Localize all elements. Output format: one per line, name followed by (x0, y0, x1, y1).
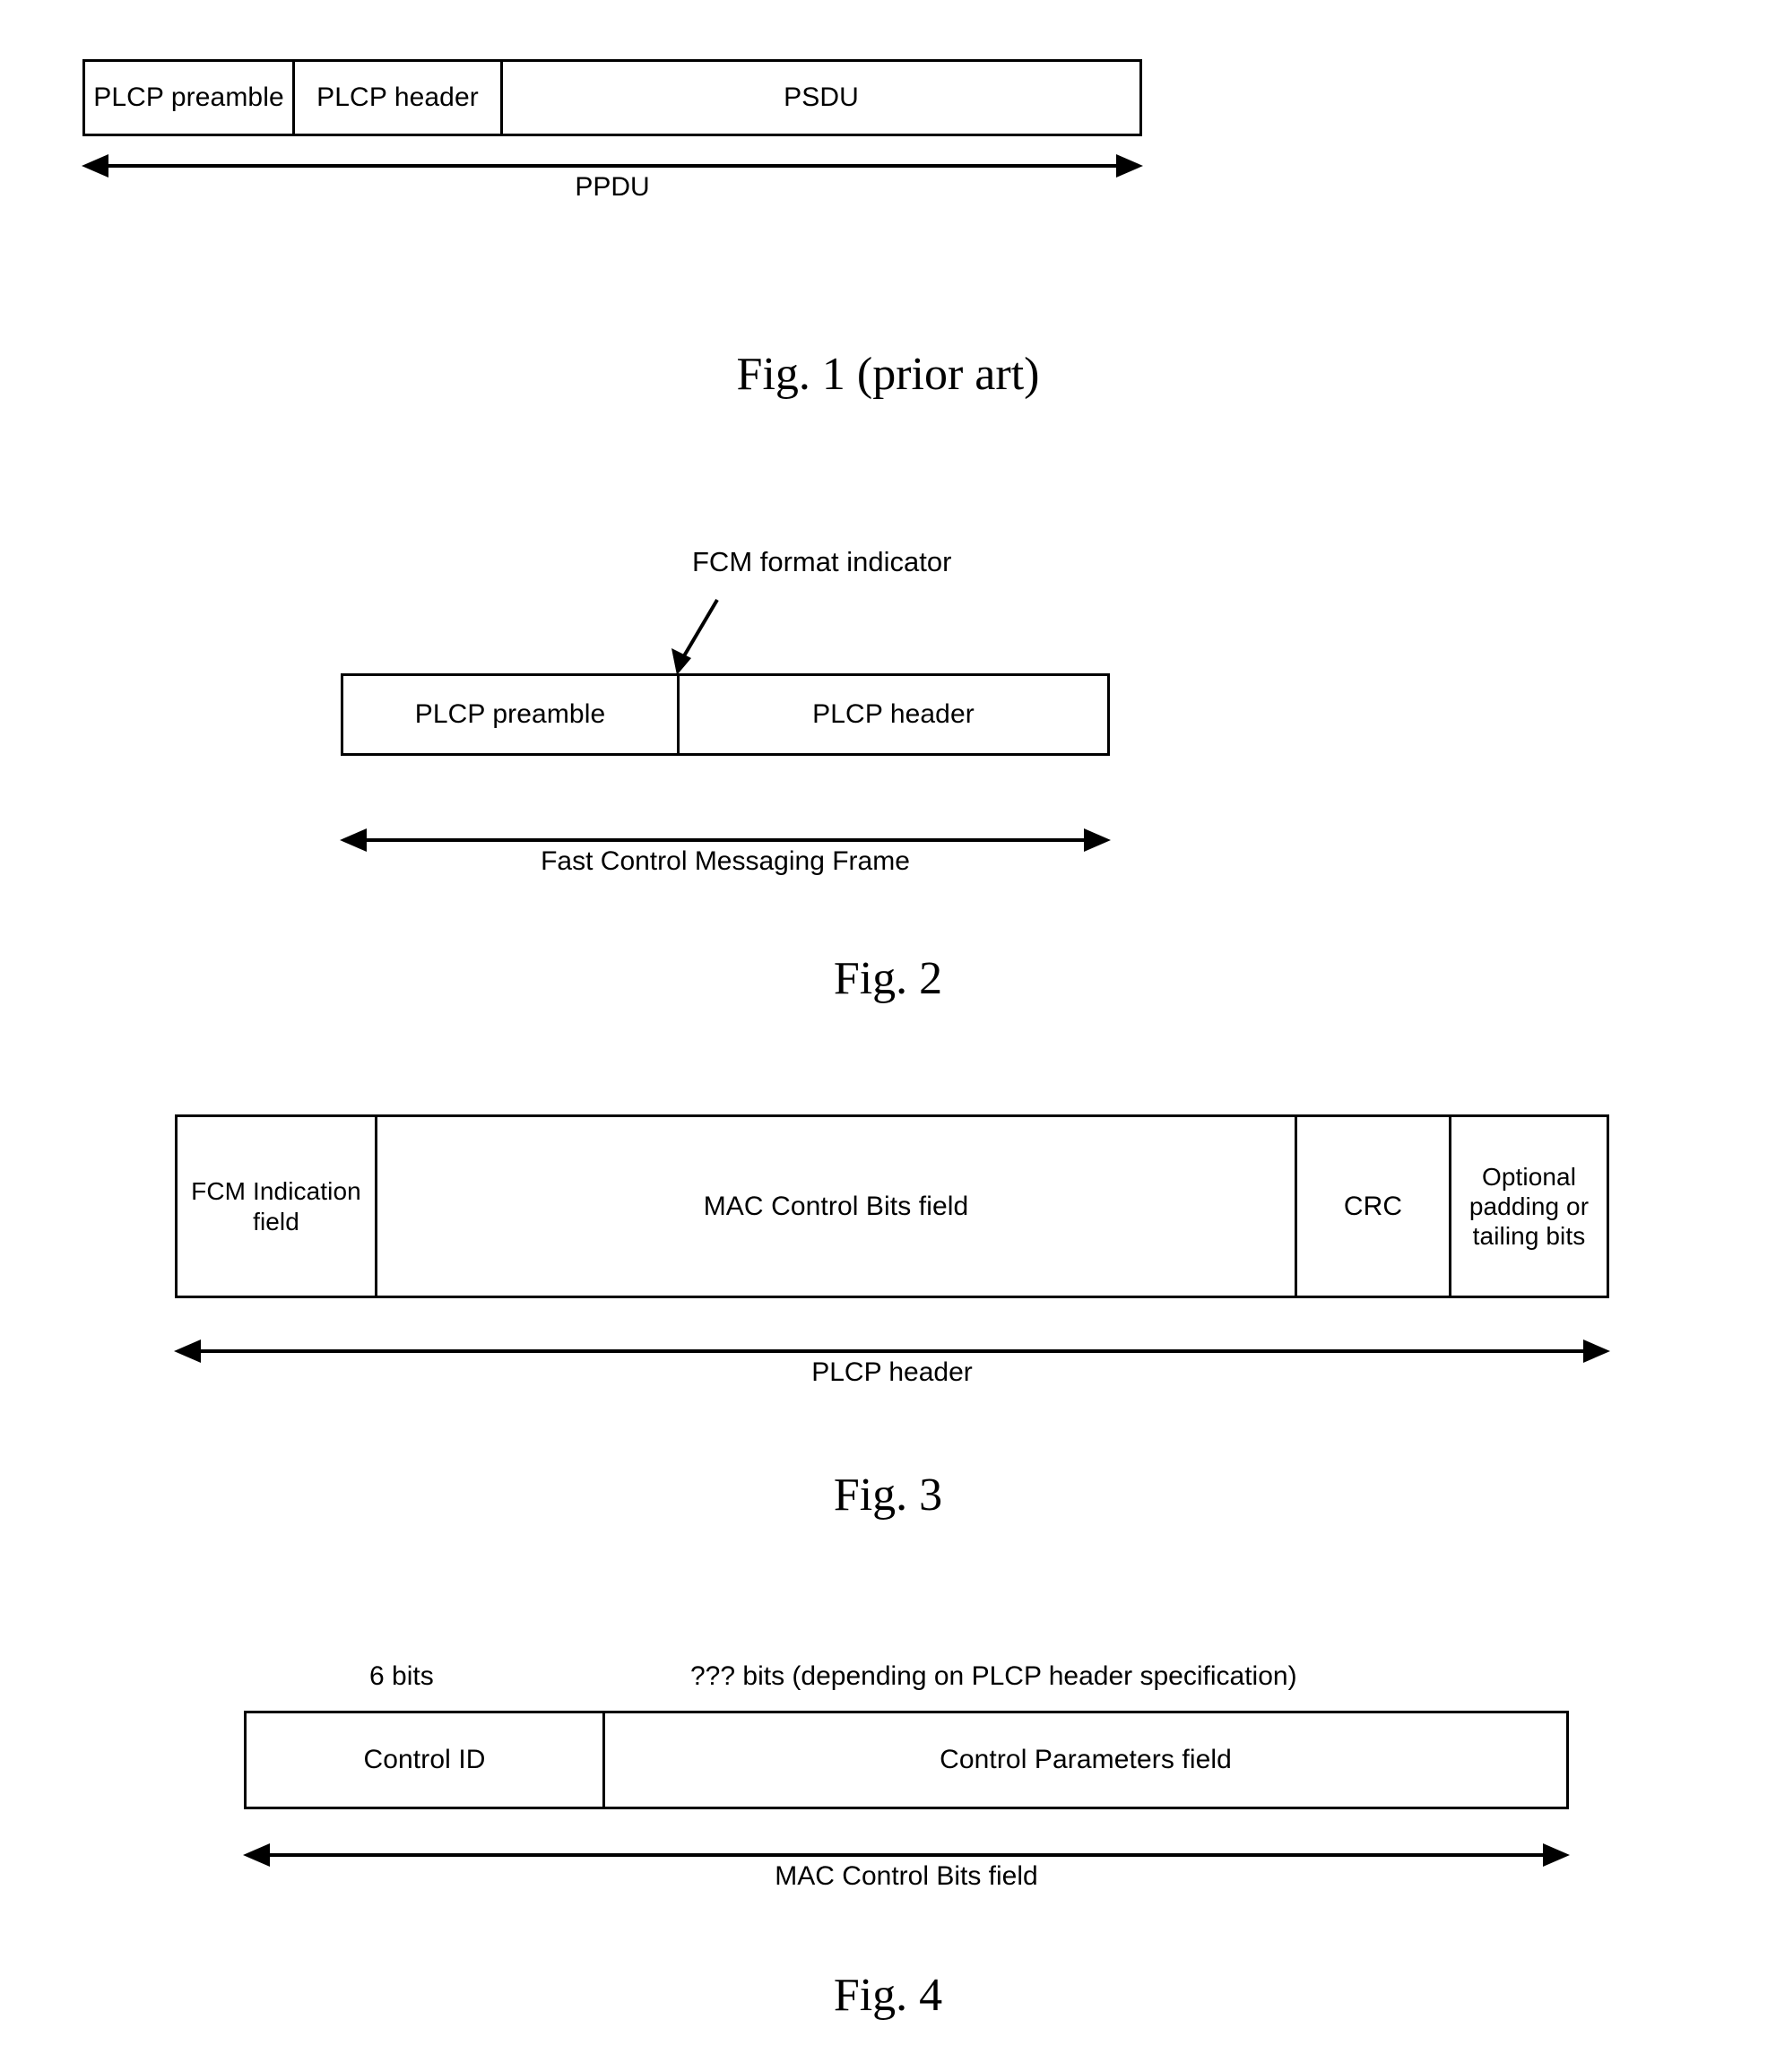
figure-4: 6 bits ??? bits (depending on PLCP heade… (0, 0, 1776, 2072)
fig4-box-control-id-label: Control ID (363, 1745, 486, 1775)
fig4-mac-control-bits-diagram: Control ID Control Parameters field (244, 1711, 1569, 1809)
fig4-bit-label-control-parameters: ??? bits (depending on PLCP header speci… (690, 1661, 1297, 1691)
patent-figure-sheet: PLCP preamble PLCP header PSDU PPDU Fig.… (0, 0, 1776, 2072)
fig4-box-control-id: Control ID (247, 1713, 605, 1807)
fig4-mac-arrow-line (264, 1853, 1549, 1857)
fig4-caption: Fig. 4 (833, 1970, 943, 2021)
fig4-box-control-parameters-field: Control Parameters field (605, 1713, 1566, 1807)
fig4-bit-label-control-id: 6 bits (369, 1661, 434, 1691)
fig4-mac-control-bits-label: MAC Control Bits field (775, 1861, 1038, 1891)
fig4-box-control-parameters-field-label: Control Parameters field (940, 1745, 1232, 1775)
